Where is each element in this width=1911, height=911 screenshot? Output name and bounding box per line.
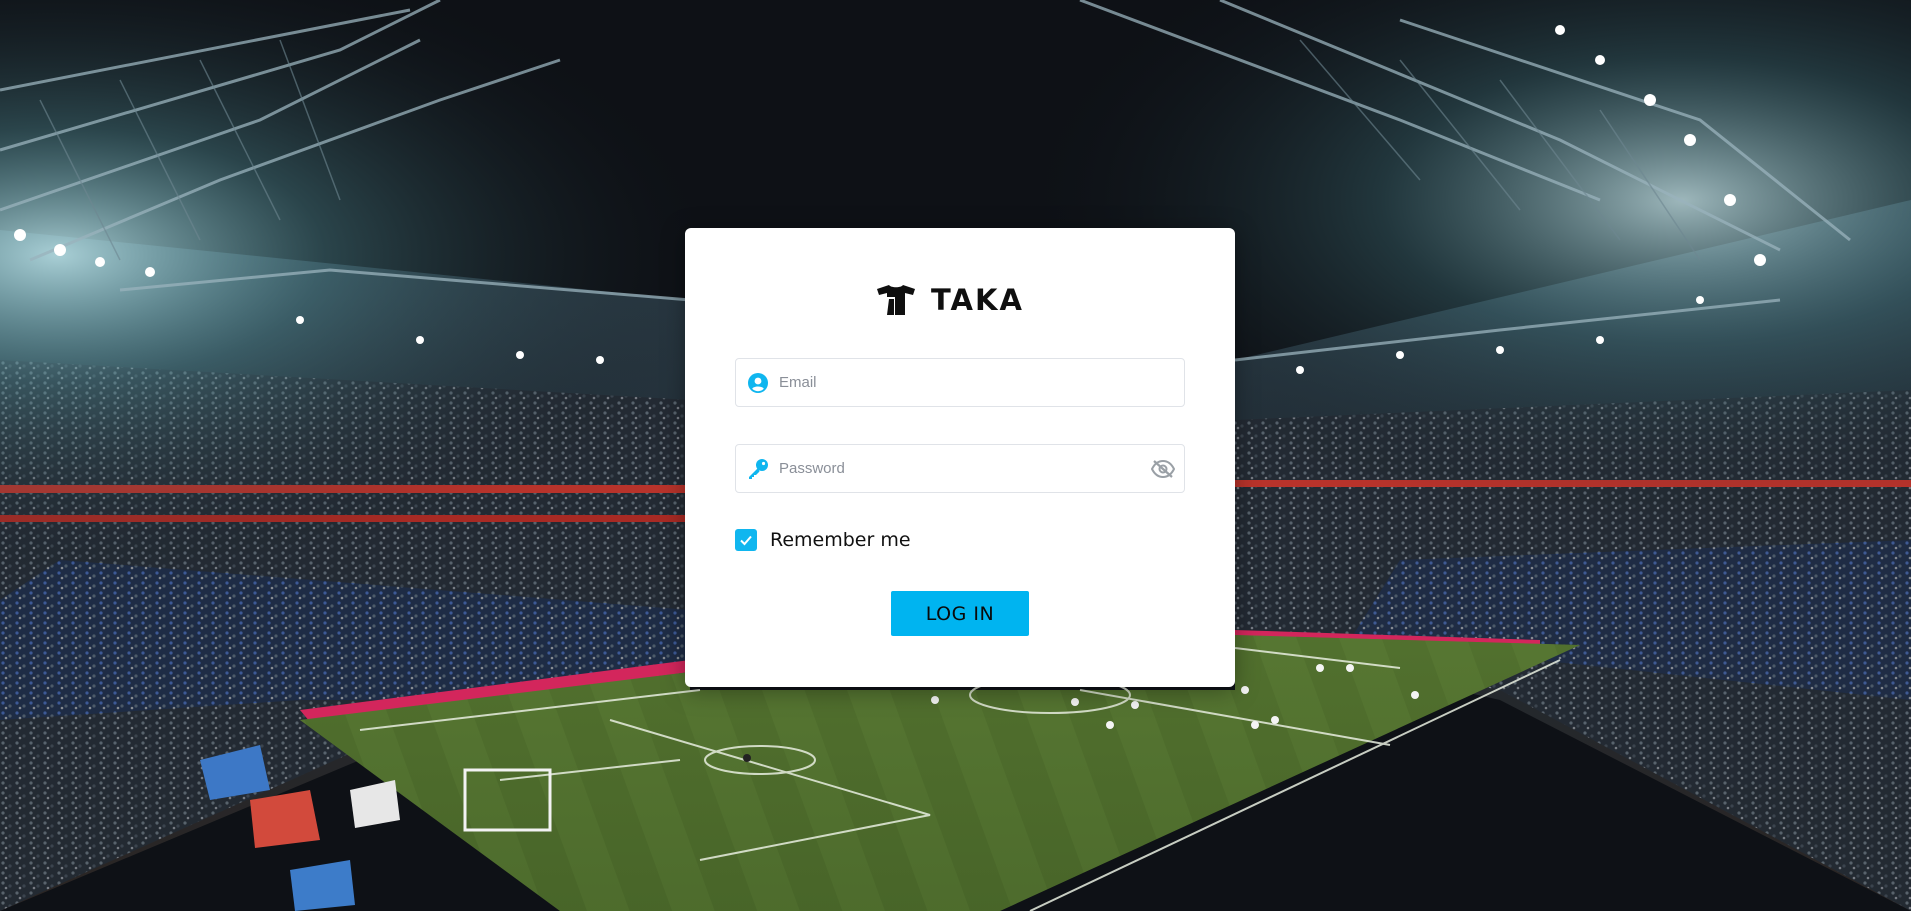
brand-logo: TAKA [875,284,1024,316]
remember-label: Remember me [770,529,911,551]
login-button[interactable]: LOG IN [891,591,1029,636]
checkmark-icon [740,535,752,546]
login-card: TAKA Email Remember me LOG IN [685,228,1235,687]
email-input[interactable] [779,359,1184,406]
remember-me[interactable]: Remember me [735,529,911,551]
password-field[interactable] [735,444,1185,493]
eye-slash-icon[interactable] [1150,458,1176,480]
jersey-logo-icon [877,285,915,315]
brand-name: TAKA [931,283,1024,317]
email-field[interactable] [735,358,1185,407]
key-icon [747,458,769,480]
remember-checkbox[interactable] [735,529,757,551]
password-input[interactable] [779,445,1150,492]
user-circle-icon [747,372,769,394]
